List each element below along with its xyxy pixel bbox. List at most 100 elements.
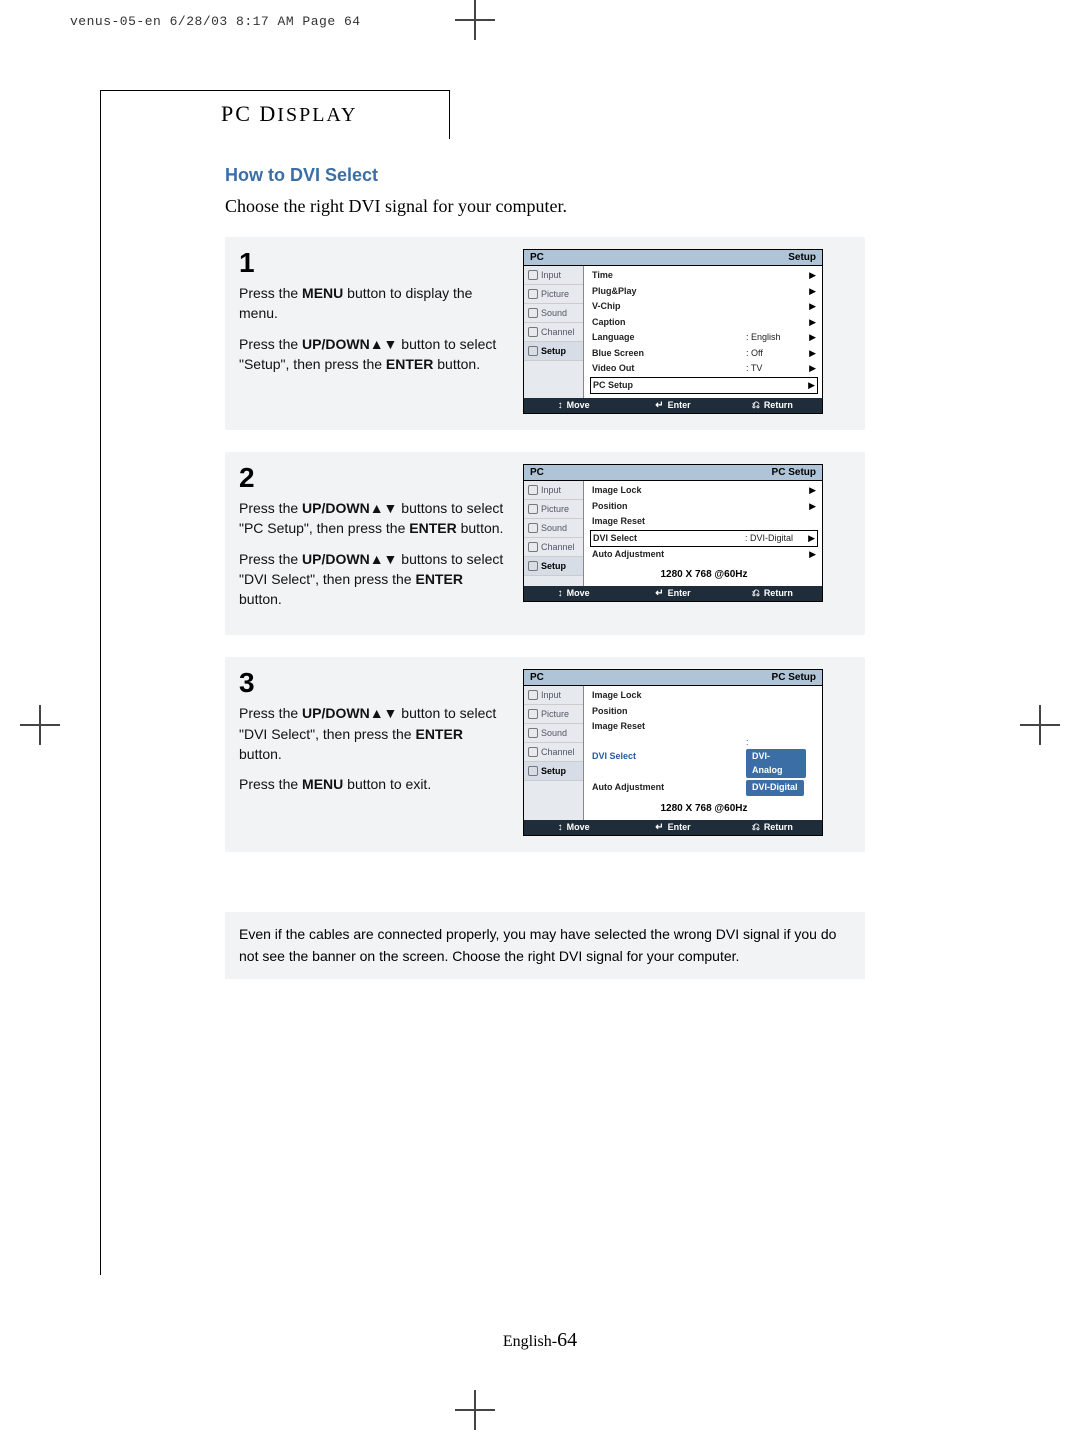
osd-tab-input: Input [524, 481, 583, 500]
osd-tab-sound: Sound [524, 724, 583, 743]
osd-tab-channel: Channel [524, 323, 583, 342]
osd-footer: ↕Move ↵Enter ⎌Return [524, 398, 822, 413]
step-2-text: Press the UP/DOWN▲▼ buttons to select "P… [239, 498, 509, 609]
osd-menu-1: PC Setup Input Picture Sound Channel Set… [523, 249, 823, 414]
t: Press the [239, 500, 302, 516]
osd-tabs: Input Picture Sound Channel Setup [524, 481, 584, 586]
osd-title: PC [530, 252, 788, 263]
step-number: 1 [239, 249, 509, 277]
osd-tab-picture: Picture [524, 705, 583, 724]
osd-tab-picture: Picture [524, 285, 583, 304]
t: UP/DOWN [302, 551, 370, 567]
osd-tab-input: Input [524, 266, 583, 285]
t: ENTER [415, 726, 462, 742]
osd-row: Caption▶ [590, 315, 818, 331]
footer-move: Move [567, 588, 590, 598]
move-icon: ↕ [558, 822, 563, 833]
t: MENU [302, 776, 343, 792]
sound-icon [528, 308, 538, 318]
osd-tabs: Input Picture Sound Channel Setup [524, 686, 584, 820]
osd-footer: ↕Move ↵Enter ⎌Return [524, 586, 822, 601]
intro-text: Choose the right DVI signal for your com… [225, 196, 865, 217]
left-margin-rule [100, 95, 101, 1275]
footer-enter: Enter [668, 822, 691, 832]
osd-resolution: 1280 X 768 @60Hz [590, 563, 818, 582]
t: button. [239, 591, 282, 607]
setup-icon [528, 346, 538, 356]
osd-row-dvi-select: DVI Select : DVI-Analog [590, 735, 818, 780]
return-icon: ⎌ [752, 400, 760, 411]
osd-row: Plug&Play▶ [590, 284, 818, 300]
osd-row: Auto Adjustment▶ [590, 547, 818, 563]
t: UP/DOWN [302, 336, 370, 352]
osd-row: Image Lock▶ [590, 483, 818, 499]
step-1: 1 Press the MENU button to display the m… [225, 237, 865, 430]
t: Press the [239, 776, 302, 792]
picture-icon [528, 504, 538, 514]
picture-icon [528, 289, 538, 299]
t: button. [239, 746, 282, 762]
t: UP/DOWN [302, 705, 370, 721]
osd-tab-picture: Picture [524, 500, 583, 519]
content-column: How to DVI Select Choose the right DVI s… [225, 165, 865, 979]
osd-footer: ↕ Move ↵ Enter ⎌ Return [524, 820, 822, 835]
osd-tab-setup: Setup [524, 762, 583, 781]
channel-icon [528, 542, 538, 552]
osd-row: V-Chip▶ [590, 299, 818, 315]
osd-tab-channel: Channel [524, 538, 583, 557]
osd-tab-setup: Setup [524, 342, 583, 361]
registration-mark-bottom [455, 1390, 495, 1430]
footer-return: Return [764, 588, 793, 598]
section-title-rest: ISPLAY [277, 104, 357, 126]
footer-move: Move [567, 822, 590, 832]
osd-row: Language: English▶ [590, 330, 818, 346]
osd-resolution: 1280 X 768 @60Hz [590, 797, 818, 816]
registration-mark-right [1020, 705, 1060, 745]
osd-row: Video Out: TV▶ [590, 361, 818, 377]
osd-menu-3: PC PC Setup Input Picture Sound Channel … [523, 669, 823, 836]
osd-subtitle: Setup [788, 252, 816, 263]
osd-row: Blue Screen: Off▶ [590, 346, 818, 362]
t: button. [457, 520, 504, 536]
t: button. [433, 356, 480, 372]
osd-list: Time▶Plug&Play▶V-Chip▶Caption▶Language: … [584, 266, 822, 398]
setup-icon [528, 766, 538, 776]
move-icon: ↕ [558, 588, 563, 599]
osd-subtitle: PC Setup [772, 467, 816, 478]
osd-tab-channel: Channel [524, 743, 583, 762]
osd-tab-sound: Sound [524, 519, 583, 538]
osd-row: DVI Select: DVI-Digital▶ [590, 530, 818, 548]
footer-enter: Enter [668, 400, 691, 410]
sound-icon [528, 728, 538, 738]
osd-menu-2: PC PC Setup Input Picture Sound Channel … [523, 464, 823, 602]
input-icon [528, 485, 538, 495]
t: button to exit. [343, 776, 431, 792]
footer-return: Return [764, 822, 793, 832]
footer-return: Return [764, 400, 793, 410]
section-title: PC DISPLAY [100, 90, 450, 139]
enter-icon: ↵ [655, 822, 663, 833]
return-icon: ⎌ [752, 588, 760, 599]
step-2: 2 Press the UP/DOWN▲▼ buttons to select … [225, 452, 865, 635]
setup-icon [528, 561, 538, 571]
step-number: 2 [239, 464, 509, 492]
step-1-text: Press the MENU button to display the men… [239, 283, 509, 374]
footer-enter: Enter [668, 588, 691, 598]
note-text: Even if the cables are connected properl… [225, 912, 865, 979]
channel-icon [528, 327, 538, 337]
osd-row: PC Setup▶ [590, 377, 818, 395]
step-3: 3 Press the UP/DOWN▲▼ button to select "… [225, 657, 865, 852]
footer-lang: English- [503, 1333, 557, 1350]
print-header: venus-05-en 6/28/03 8:17 AM Page 64 [70, 14, 361, 29]
registration-mark-left [20, 705, 60, 745]
sound-icon [528, 523, 538, 533]
t: Press the [239, 336, 302, 352]
t: MENU [302, 285, 343, 301]
osd-row: Image Reset [590, 719, 818, 735]
t: Press the [239, 705, 302, 721]
input-icon [528, 270, 538, 280]
return-icon: ⎌ [752, 822, 760, 833]
channel-icon [528, 747, 538, 757]
t: ENTER [386, 356, 433, 372]
osd-row: Position▶ [590, 499, 818, 515]
